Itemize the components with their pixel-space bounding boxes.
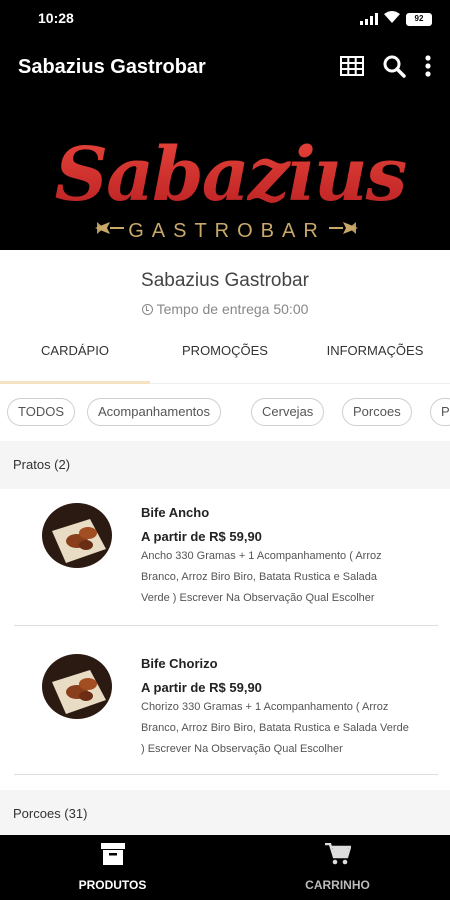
tab-indicator — [0, 381, 150, 384]
description-line: Verde ) Escrever Na Observação Qual Esco… — [141, 592, 375, 604]
search-icon[interactable] — [382, 54, 406, 83]
description-line: Ancho 330 Gramas + 1 Acompanhamento ( Ar… — [141, 550, 382, 562]
main-content: Sabazius Gastrobar Tempo de entrega 50:0… — [0, 250, 450, 835]
nav-label: CARRINHO — [305, 878, 370, 892]
description-line: Branco, Arroz Biro Biro, Batata Rustica … — [141, 722, 409, 734]
chip-cervejas[interactable]: Cervejas — [251, 398, 325, 426]
product-item[interactable]: Bife Ancho A partir de R$ 59,90 Ancho 33… — [0, 489, 450, 624]
app-bar: Sabazius Gastrobar — [0, 36, 450, 100]
logo-script-text: Sabazius — [55, 132, 407, 218]
bottom-nav: PRODUTOS CARRINHO — [0, 835, 450, 900]
description-line: ) Escrever Na Observação Qual Escolher — [141, 743, 343, 755]
archive-box-icon — [100, 843, 125, 870]
product-description: Ancho 330 Gramas + 1 Acompanhamento ( Ar… — [141, 546, 441, 609]
wifi-icon — [384, 10, 400, 28]
store-banner: Sabazius GASTROBAR — [0, 100, 450, 250]
logo-sub-text: GASTROBAR — [128, 220, 326, 242]
product-description: Chorizo 330 Gramas + 1 Acompanhamento ( … — [141, 697, 441, 760]
clock-icon — [141, 304, 153, 315]
status-icons: 92 — [360, 10, 432, 28]
product-name: Bife Chorizo — [141, 656, 218, 671]
product-name: Bife Ancho — [141, 505, 210, 520]
divider — [14, 774, 438, 775]
section-header-porcoes: Porcoes (31) — [0, 790, 450, 835]
product-image — [42, 503, 112, 568]
store-name: Sabazius Gastrobar — [141, 270, 309, 291]
battery-icon: 92 — [406, 12, 432, 26]
tab-cardapio[interactable]: CARDÁPIO — [0, 326, 150, 384]
section-header-pratos: Pratos (2) — [0, 441, 450, 489]
tab-informacoes[interactable]: INFORMAÇÕES — [300, 326, 450, 384]
product-image — [42, 654, 112, 719]
nav-carrinho[interactable]: CARRINHO — [225, 835, 450, 900]
nav-produtos[interactable]: PRODUTOS — [0, 835, 225, 900]
product-item[interactable]: Bife Chorizo A partir de R$ 59,90 Choriz… — [0, 640, 450, 775]
divider — [14, 625, 438, 626]
status-bar: 10:28 92 — [0, 0, 450, 36]
app-actions — [340, 54, 432, 83]
tabs: CARDÁPIO PROMOÇÕES INFORMAÇÕES — [0, 326, 450, 384]
sabazius-logo: Sabazius GASTROBAR — [55, 132, 409, 242]
delivery-time-text: Tempo de entrega 50:00 — [156, 301, 309, 317]
chip-porcoes[interactable]: Porcoes — [342, 398, 412, 426]
chip-acompanhamentos[interactable]: Acompanhamentos — [87, 398, 222, 426]
chip-more[interactable]: P — [430, 398, 450, 426]
app-title: Sabazius Gastrobar — [18, 56, 206, 78]
chip-todos[interactable]: TODOS — [7, 398, 75, 426]
signal-icon — [360, 13, 378, 25]
grid-view-icon[interactable] — [340, 56, 364, 81]
cart-icon — [324, 842, 352, 870]
nav-label: PRODUTOS — [78, 878, 147, 892]
product-price: A partir de R$ 59,90 — [141, 529, 262, 544]
more-vert-icon[interactable] — [424, 55, 432, 82]
product-price: A partir de R$ 59,90 — [141, 680, 262, 695]
delivery-time: Tempo de entrega 50:00 — [0, 301, 450, 317]
description-line: Branco, Arroz Biro Biro, Batata Rustica … — [141, 571, 378, 583]
status-time: 10:28 — [38, 10, 74, 26]
description-line: Chorizo 330 Gramas + 1 Acompanhamento ( … — [141, 701, 389, 713]
tab-promocoes[interactable]: PROMOÇÕES — [150, 326, 300, 384]
category-chips: TODOS Acompanhamentos Cervejas Porcoes P — [0, 398, 450, 426]
